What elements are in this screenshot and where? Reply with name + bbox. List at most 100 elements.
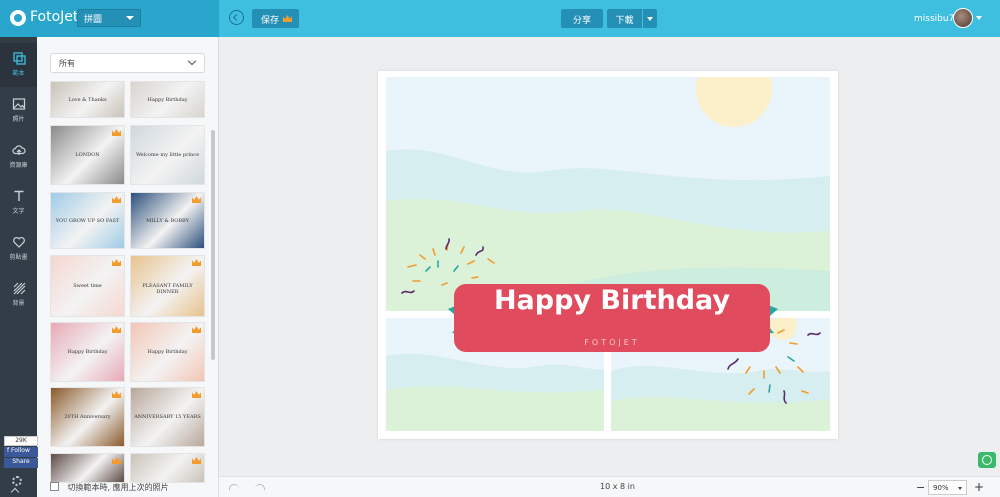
template-icon — [12, 52, 26, 65]
crown-icon — [112, 259, 121, 266]
crown-icon — [112, 391, 121, 398]
category-select-label: 所有 — [59, 59, 75, 68]
template-thumbnail[interactable]: PLEASANT FAMILY DINNER — [130, 255, 205, 317]
crown-icon — [192, 196, 201, 203]
rail-item-templates[interactable]: 範本 — [0, 43, 37, 87]
app-name: FotoJet — [30, 9, 79, 25]
facebook-follow-count: 29K — [4, 436, 38, 446]
facebook-share-button[interactable]: Share — [4, 458, 38, 468]
rail-item-library[interactable]: 資源庫 — [0, 135, 37, 179]
rail-item-label: 背景 — [12, 300, 25, 307]
facebook-widget: 29K f Follow Share — [4, 436, 38, 468]
crown-icon — [112, 196, 121, 203]
zoom-out-button[interactable]: − — [916, 481, 925, 494]
rail-item-label: 照片 — [12, 116, 25, 123]
category-select[interactable]: 所有 — [50, 53, 205, 73]
reuse-photos-checkbox[interactable] — [50, 482, 59, 491]
template-caption: 20TH Anniversary — [64, 414, 111, 420]
rail-item-label: 範本 — [12, 70, 25, 77]
background-icon — [13, 282, 25, 295]
rail-item-clipart[interactable]: 剪貼畫 — [0, 227, 37, 271]
rail-item-label: 剪貼畫 — [9, 254, 28, 261]
bottom-bar: 10 x 8 in − 90% + — [219, 476, 1000, 497]
template-caption: LONDON — [75, 152, 100, 158]
gear-icon[interactable] — [12, 476, 22, 486]
reuse-photos-label: 切換範本時, 應用上次的照片 — [67, 483, 169, 492]
crown-icon — [112, 129, 121, 136]
template-caption: Happy Birthday — [67, 349, 108, 355]
zoom-select[interactable]: 90% — [928, 480, 967, 495]
canvas-subtitle-text[interactable]: FOTOJET — [584, 338, 639, 347]
save-button[interactable]: 保存 — [252, 9, 299, 28]
template-caption: ANNIVERSARY 15 YEARS — [134, 414, 201, 420]
back-button[interactable] — [229, 10, 244, 25]
redo-icon[interactable] — [255, 484, 265, 490]
crown-icon — [112, 326, 121, 333]
canvas-title-text[interactable]: Happy Birthday — [494, 285, 730, 316]
rail-item-text[interactable]: 文字 — [0, 181, 37, 225]
design-canvas[interactable]: Happy Birthday FOTOJET — [378, 71, 838, 439]
download-button[interactable]: 下載 — [607, 9, 642, 28]
top-bar: FotoJet 拼圖 保存 分享 下載 missibu73 — [0, 0, 1000, 37]
template-thumbnail[interactable]: Love & Thanks — [50, 81, 125, 118]
mode-select-label: 拼圖 — [84, 15, 103, 25]
facebook-follow-label: Follow — [11, 447, 30, 454]
download-options-button[interactable] — [643, 9, 657, 28]
reuse-photos-option[interactable]: 切換範本時, 應用上次的照片 — [50, 482, 169, 493]
undo-icon[interactable] — [229, 484, 239, 490]
template-thumbnail[interactable]: ANNIVERSARY 15 YEARS — [130, 387, 205, 447]
template-thumbnail[interactable]: Welcome my little prince — [130, 125, 205, 185]
template-thumbnail[interactable]: YOU GROW UP SO FAST — [50, 192, 125, 249]
template-caption: Love & Thanks — [68, 97, 107, 103]
mode-select[interactable]: 拼圖 — [77, 9, 141, 27]
template-thumbnail[interactable]: Happy Birthday — [130, 322, 205, 382]
template-panel: 所有 Love & Thanks Happy Birthday LONDON Welc… — [37, 37, 219, 497]
template-thumbnail[interactable]: Happy Birthday — [130, 81, 205, 118]
template-thumbnail[interactable]: Happy Birthday — [50, 322, 125, 382]
zoom-in-button[interactable]: + — [974, 480, 984, 494]
facebook-follow-button[interactable]: f Follow — [4, 447, 38, 457]
clipart-heart-icon — [12, 236, 25, 248]
template-caption: Welcome my little prince — [135, 152, 200, 158]
template-thumbnail[interactable] — [130, 453, 205, 483]
photo-slot-top[interactable] — [386, 71, 830, 311]
crown-icon — [192, 391, 201, 398]
avatar[interactable] — [953, 8, 973, 28]
chat-icon[interactable] — [978, 452, 996, 468]
user-menu-chevron-icon[interactable] — [976, 16, 982, 20]
rail-item-label: 文字 — [12, 208, 25, 215]
template-caption: YOU GROW UP SO FAST — [55, 218, 120, 224]
panel-scrollbar[interactable] — [211, 130, 215, 360]
rail-item-label: 資源庫 — [9, 162, 28, 169]
save-label: 保存 — [261, 16, 280, 26]
chevron-down-icon — [126, 16, 134, 20]
crown-icon — [192, 326, 201, 333]
template-thumbnail[interactable]: LONDON — [50, 125, 125, 185]
crown-icon — [192, 259, 201, 266]
template-caption: Happy Birthday — [147, 97, 188, 103]
template-thumbnail[interactable]: 20TH Anniversary — [50, 387, 125, 447]
template-thumbnail[interactable]: Sweet time — [50, 255, 125, 317]
left-rail: 範本 照片 資源庫 文字 剪貼畫 背景 — [0, 37, 37, 497]
crown-icon — [112, 457, 121, 464]
rail-item-background[interactable]: 背景 — [0, 273, 37, 317]
template-caption: MILLY & BOBBY — [146, 218, 189, 224]
fotojet-logo-icon — [10, 10, 26, 26]
template-thumbnail[interactable]: MILLY & BOBBY — [130, 192, 205, 249]
rail-item-photos[interactable]: 照片 — [0, 89, 37, 133]
text-icon — [14, 190, 23, 201]
zoom-value: 90% — [933, 484, 949, 492]
template-caption: Happy Birthday — [147, 349, 188, 355]
photo-icon — [12, 98, 25, 110]
canvas-size-label: 10 x 8 in — [600, 482, 635, 491]
crown-icon — [192, 457, 201, 464]
cloud-library-icon — [11, 145, 26, 155]
share-button[interactable]: 分享 — [561, 9, 603, 28]
chevron-down-icon — [187, 56, 197, 66]
template-caption: PLEASANT FAMILY DINNER — [142, 283, 193, 295]
template-thumbnail[interactable] — [50, 453, 125, 483]
brand-area: FotoJet 拼圖 — [0, 0, 219, 37]
template-caption: Sweet time — [73, 283, 102, 289]
collage-artwork: Happy Birthday FOTOJET — [378, 71, 838, 439]
chevron-down-icon — [958, 487, 962, 490]
